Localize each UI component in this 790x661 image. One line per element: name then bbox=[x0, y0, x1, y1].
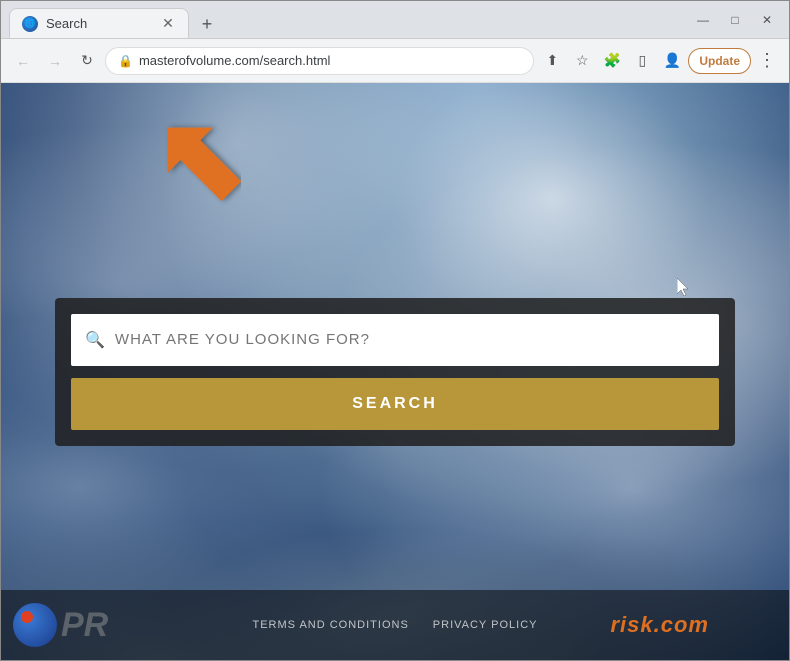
footer-bar: PR TERMS AND CONDITIONS PRIVACY POLICY r… bbox=[1, 590, 789, 660]
share-button[interactable]: ⬆ bbox=[538, 47, 566, 75]
browser-window: 🌐 Search ✕ + — □ ✕ ← → ↻ 🔒 masterofvolum… bbox=[0, 0, 790, 661]
maximize-button[interactable]: □ bbox=[721, 6, 749, 34]
bookmark-button[interactable]: ☆ bbox=[568, 47, 596, 75]
footer-logo-ball bbox=[13, 603, 57, 647]
active-tab[interactable]: 🌐 Search ✕ bbox=[9, 8, 189, 38]
sidebar-button[interactable]: ▯ bbox=[628, 47, 656, 75]
tab-title: Search bbox=[46, 16, 152, 31]
toolbar-icons: ⬆ ☆ 🧩 ▯ 👤 Update ⋮ bbox=[538, 47, 781, 75]
pr-logo: PR bbox=[61, 606, 108, 645]
minimize-button[interactable]: — bbox=[689, 6, 717, 34]
extensions-button[interactable]: 🧩 bbox=[598, 47, 626, 75]
reload-button[interactable]: ↻ bbox=[73, 47, 101, 75]
risk-logo: risk.com bbox=[611, 612, 710, 638]
page-content: 🔍 SEARCH PR TERMS AND CONDITIONS PRIVACY… bbox=[1, 83, 789, 660]
privacy-link[interactable]: PRIVACY POLICY bbox=[433, 619, 538, 631]
forward-button[interactable]: → bbox=[41, 47, 69, 75]
address-text: masterofvolume.com/search.html bbox=[139, 53, 521, 68]
tab-close-button[interactable]: ✕ bbox=[160, 16, 176, 32]
search-widget: 🔍 SEARCH bbox=[55, 298, 735, 446]
tab-favicon: 🌐 bbox=[22, 16, 38, 32]
search-input[interactable] bbox=[115, 331, 705, 348]
close-button[interactable]: ✕ bbox=[753, 6, 781, 34]
profile-button[interactable]: 👤 bbox=[658, 47, 686, 75]
title-bar: 🌐 Search ✕ + — □ ✕ bbox=[1, 1, 789, 39]
lock-icon: 🔒 bbox=[118, 54, 133, 68]
tabs-area: 🌐 Search ✕ + bbox=[9, 1, 681, 38]
window-controls: — □ ✕ bbox=[689, 6, 781, 34]
back-button[interactable]: ← bbox=[9, 47, 37, 75]
address-bar-row: ← → ↻ 🔒 masterofvolume.com/search.html ⬆… bbox=[1, 39, 789, 83]
search-input-wrap: 🔍 bbox=[71, 314, 719, 366]
terms-link[interactable]: TERMS AND CONDITIONS bbox=[253, 619, 409, 631]
arrow-icon bbox=[161, 113, 241, 208]
update-button[interactable]: Update bbox=[688, 48, 751, 74]
search-icon: 🔍 bbox=[85, 330, 105, 350]
search-button[interactable]: SEARCH bbox=[71, 378, 719, 430]
address-bar[interactable]: 🔒 masterofvolume.com/search.html bbox=[105, 47, 534, 75]
footer-links: TERMS AND CONDITIONS PRIVACY POLICY bbox=[253, 619, 538, 631]
new-tab-button[interactable]: + bbox=[193, 10, 221, 38]
menu-button[interactable]: ⋮ bbox=[753, 47, 781, 75]
